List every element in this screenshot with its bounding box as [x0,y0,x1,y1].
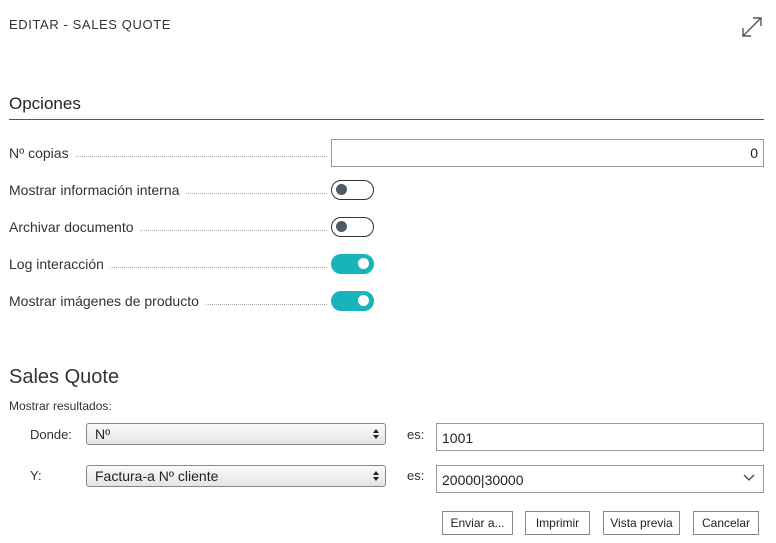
filter-value-input-1[interactable]: 1001 [436,423,764,451]
select-arrows-icon [373,429,379,439]
dialog-title: EDITAR - SALES QUOTE [9,17,172,32]
toggle-row-images: Mostrar imágenes de producto [9,289,764,313]
filter-field-value: Factura-a Nº cliente [95,468,219,484]
filter-field-select-2[interactable]: Factura-a Nº cliente [86,465,386,487]
toggle-row-internal-info: Mostrar información interna [9,178,764,202]
preview-button[interactable]: Vista previa [603,511,680,535]
sales-quote-section-title: Sales Quote [9,366,120,388]
filter-operator-label: es: [407,427,425,442]
filter-operator-label: es: [407,468,425,483]
toggle-row-archive: Archivar documento [9,215,764,239]
internal-info-toggle[interactable] [331,180,374,200]
internal-info-label: Mostrar información interna [9,182,186,198]
product-images-toggle[interactable] [331,291,374,311]
filter-value-input-2[interactable]: 20000|30000 [436,465,764,493]
copies-row: Nº copias [9,139,764,167]
select-arrows-icon [373,471,379,481]
archive-toggle[interactable] [331,217,374,237]
archive-label: Archivar documento [9,219,140,235]
product-images-label: Mostrar imágenes de producto [9,293,205,309]
log-interaction-toggle[interactable] [331,254,374,274]
copies-input[interactable] [331,139,764,167]
cancel-button[interactable]: Cancelar [693,511,759,535]
toggle-knob [336,221,347,232]
filter-and-label: Y: [30,468,42,483]
chevron-down-icon[interactable] [743,474,755,482]
log-interaction-label: Log interacción [9,256,110,272]
toggle-row-log: Log interacción [9,252,764,276]
options-section-title: Opciones [9,94,81,113]
filter-value-text: 20000|30000 [442,472,524,488]
toggle-knob [336,184,347,195]
print-button[interactable]: Imprimir [525,511,590,535]
filter-where-label: Donde: [30,427,72,442]
filter-field-select-1[interactable]: Nº [86,423,386,445]
toggle-knob [358,295,369,306]
section-divider [9,119,764,120]
send-to-button[interactable]: Enviar a... [442,511,513,535]
show-results-label: Mostrar resultados: [9,399,112,413]
copies-label: Nº copias [9,145,75,161]
expand-icon[interactable] [740,15,764,39]
toggle-knob [358,258,369,269]
filter-field-value: Nº [95,426,111,442]
